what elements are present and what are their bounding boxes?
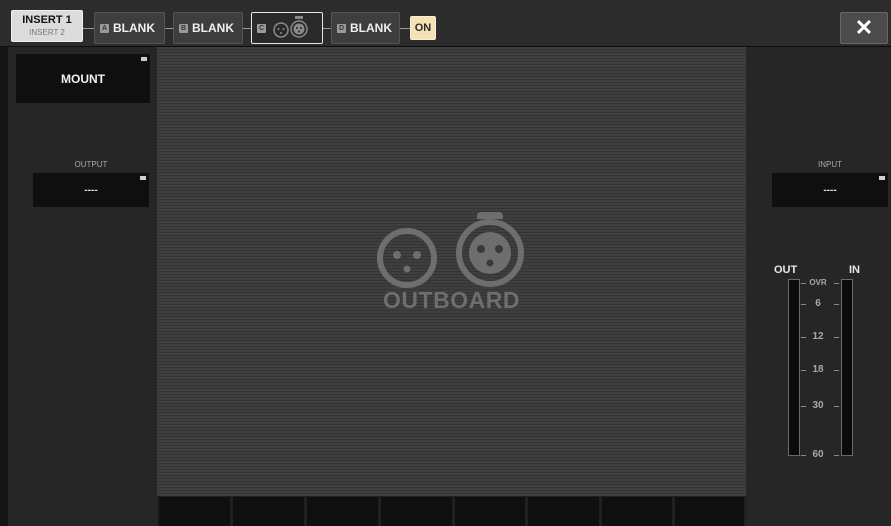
insert-toolbar: INSERT 1 INSERT 2 A BLANK B BLANK C D BL…	[0, 0, 891, 47]
insert-secondary-label: INSERT 2	[29, 28, 65, 37]
bottom-key-strip	[157, 496, 746, 526]
right-panel: INPUT ---- OUT IN OVR 6 12 18 30 60	[746, 47, 891, 526]
output-patch-button[interactable]: ----	[33, 173, 149, 207]
meter-out-label: OUT	[774, 264, 798, 276]
outboard-display: OUTBOARD	[157, 47, 746, 496]
slot-d-letter: D	[337, 23, 346, 33]
insert-select-button[interactable]: INSERT 1 INSERT 2	[11, 10, 83, 42]
chain-connector	[323, 28, 331, 29]
output-value: ----	[84, 184, 98, 196]
input-value: ----	[823, 184, 837, 196]
mount-button[interactable]: MOUNT	[16, 54, 150, 103]
chain-connector	[400, 28, 410, 29]
bottom-key-5[interactable]	[455, 497, 525, 526]
meter-in-label: IN	[849, 264, 860, 276]
slot-b-label: BLANK	[192, 21, 234, 35]
mount-label: MOUNT	[61, 71, 105, 86]
bottom-key-6[interactable]	[528, 497, 599, 526]
xlr-male-icon	[456, 212, 524, 287]
close-button[interactable]: ✕	[840, 12, 888, 44]
input-label: INPUT	[818, 160, 842, 169]
slot-a-button[interactable]: A BLANK	[94, 12, 165, 44]
chain-connector	[83, 28, 94, 29]
bottom-key-1[interactable]	[159, 497, 230, 526]
xlr-female-icon	[377, 228, 437, 288]
popup-indicator-icon	[140, 176, 146, 180]
chain-connector	[165, 28, 173, 29]
slot-b-button[interactable]: B BLANK	[173, 12, 243, 44]
slot-d-label: BLANK	[350, 21, 392, 35]
popup-indicator-icon	[141, 57, 147, 61]
bottom-key-2[interactable]	[233, 497, 304, 526]
slot-c-button[interactable]: C	[251, 12, 323, 44]
xlr-male-icon	[290, 16, 308, 38]
chain-connector	[243, 28, 251, 29]
slot-b-letter: B	[179, 23, 188, 33]
output-label: OUTPUT	[74, 160, 108, 169]
bottom-key-4[interactable]	[381, 497, 452, 526]
meter-in-bar	[841, 279, 853, 456]
outboard-title: OUTBOARD	[383, 287, 520, 313]
popup-indicator-icon	[879, 176, 885, 180]
left-panel: MOUNT OUTPUT ----	[8, 47, 157, 526]
slot-c-letter: C	[257, 23, 266, 33]
xlr-female-icon	[273, 22, 289, 38]
insert-primary-label: INSERT 1	[22, 14, 72, 26]
outboard-insert-window: INSERT 1 INSERT 2 A BLANK B BLANK C D BL…	[0, 0, 891, 526]
slot-a-label: BLANK	[113, 21, 155, 35]
close-icon: ✕	[854, 15, 874, 40]
slot-a-letter: A	[100, 23, 109, 33]
bottom-key-3[interactable]	[307, 497, 378, 526]
on-toggle-button[interactable]: ON	[410, 16, 436, 40]
input-patch-button[interactable]: ----	[772, 173, 888, 207]
bottom-key-8[interactable]	[675, 497, 744, 526]
bottom-key-7[interactable]	[602, 497, 672, 526]
slot-d-button[interactable]: D BLANK	[331, 12, 400, 44]
slot-c-outboard-icon	[273, 16, 308, 38]
